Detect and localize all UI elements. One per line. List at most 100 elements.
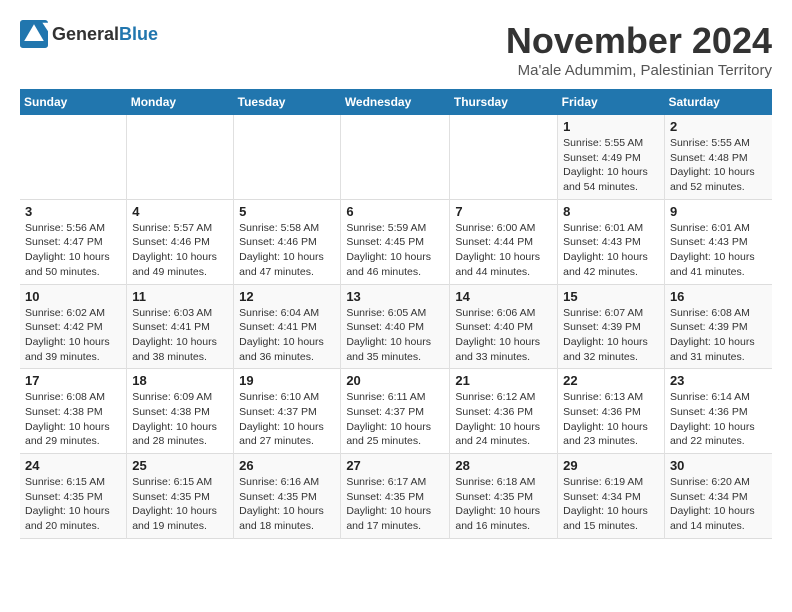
calendar-body: 1Sunrise: 5:55 AMSunset: 4:49 PMDaylight… <box>20 115 772 538</box>
day-info-line: Daylight: 10 hours and 54 minutes. <box>563 166 648 193</box>
day-info-line: Sunrise: 6:13 AM <box>563 391 643 403</box>
day-info: Sunrise: 6:04 AMSunset: 4:41 PMDaylight:… <box>239 306 335 365</box>
day-info-line: Daylight: 10 hours and 35 minutes. <box>346 336 431 363</box>
day-number: 25 <box>132 458 228 473</box>
calendar-cell: 13Sunrise: 6:05 AMSunset: 4:40 PMDayligh… <box>341 284 450 369</box>
day-info: Sunrise: 5:56 AMSunset: 4:47 PMDaylight:… <box>25 221 121 280</box>
day-number: 21 <box>455 373 552 388</box>
day-info-line: Sunset: 4:44 PM <box>455 236 533 248</box>
day-info: Sunrise: 6:10 AM Sunset: 4:37 PM Daylight:… <box>239 390 335 449</box>
day-info-line: Sunset: 4:47 PM <box>25 236 103 248</box>
day-info-line: Sunset: 4:49 PM <box>563 152 641 164</box>
day-info: Sunrise: 6:16 AMSunset: 4:35 PMDaylight:… <box>239 475 335 534</box>
day-number: 24 <box>25 458 121 473</box>
day-number: 8 <box>563 204 659 219</box>
weekday-header: Tuesday <box>234 89 341 115</box>
day-info-line: Sunset: 4:40 PM <box>455 321 533 333</box>
day-info-line: Daylight: 10 hours and 18 minutes. <box>239 505 324 532</box>
day-info-line: Sunset: 4:43 PM <box>670 236 748 248</box>
day-info-line: Daylight: 10 hours and 22 minutes. <box>670 421 755 448</box>
calendar-cell: 25 Sunrise: 6:15 AMSunset: 4:35 PMDayligh… <box>127 454 234 539</box>
day-info: Sunrise: 6:15 AMSunset: 4:35 PMDaylight:… <box>132 475 228 534</box>
day-info: Sunrise: 6:09 AMSunset: 4:38 PMDaylight:… <box>132 390 228 449</box>
day-info-line: Sunrise: 5:57 AM <box>132 222 212 234</box>
day-info: Sunrise: 6:14 AMSunset: 4:36 PMDaylight:… <box>670 390 767 449</box>
calendar-cell: 20Sunrise: 6:11 AMSunset: 4:37 PMDayligh… <box>341 369 450 454</box>
day-info-line: Sunset: 4:46 PM <box>239 236 317 248</box>
calendar-cell: 29Sunrise: 6:19 AMSunset: 4:34 PMDayligh… <box>558 454 665 539</box>
calendar-cell: 5Sunrise: 5:58 AMSunset: 4:46 PMDaylight… <box>234 199 341 284</box>
day-number: 12 <box>239 289 335 304</box>
day-info-line: Daylight: 10 hours and 47 minutes. <box>239 251 324 278</box>
calendar-cell: 21 Sunrise: 6:12 AMSunset: 4:36 PMDayligh… <box>450 369 558 454</box>
weekday-header: Monday <box>127 89 234 115</box>
calendar-table: SundayMondayTuesdayWednesdayThursdayFrid… <box>20 89 772 539</box>
day-info-line: Daylight: 10 hours and 39 minutes. <box>25 336 110 363</box>
day-info-line: Sunrise: 6:01 AM <box>563 222 643 234</box>
day-info: Sunrise: 6:19 AMSunset: 4:34 PMDaylight:… <box>563 475 659 534</box>
day-info: Sunrise: 6:00 AM Sunset: 4:44 PM Daylight:… <box>455 221 552 280</box>
calendar-cell: 26 Sunrise: 6:16 AMSunset: 4:35 PMDayligh… <box>234 454 341 539</box>
day-info-line: Sunset: 4:38 PM <box>25 406 103 418</box>
day-number: 26 <box>239 458 335 473</box>
day-info-line: Daylight: 10 hours and 14 minutes. <box>670 505 755 532</box>
day-info-line: Sunrise: 5:55 AM <box>670 137 750 149</box>
day-info: Sunrise: 5:58 AMSunset: 4:46 PMDaylight:… <box>239 221 335 280</box>
day-info: Sunrise: 6:15 AMSunset: 4:35 PMDaylight:… <box>25 475 121 534</box>
calendar-cell: 2Sunrise: 5:55 AMSunset: 4:48 PMDaylight… <box>664 115 772 199</box>
day-info: Sunrise: 6:01 AMSunset: 4:43 PMDaylight:… <box>670 221 767 280</box>
day-number: 11 <box>132 289 228 304</box>
day-info-line: Sunrise: 6:07 AM <box>563 307 643 319</box>
calendar-cell: 19Sunrise: 6:10 AMSunset: 4:37 PMDayligh… <box>234 369 341 454</box>
calendar-cell: 23 Sunrise: 6:14 AMSunset: 4:36 PMDayligh… <box>664 369 772 454</box>
logo-text-blue: Blue <box>119 24 158 44</box>
weekday-header: Sunday <box>20 89 127 115</box>
day-info-line: Sunset: 4:38 PM <box>132 406 210 418</box>
day-number: 28 <box>455 458 552 473</box>
day-info-line: Sunset: 4:46 PM <box>132 236 210 248</box>
day-info-line: Sunrise: 6:10 AM <box>239 391 319 403</box>
day-info-line: Daylight: 10 hours and 46 minutes. <box>346 251 431 278</box>
day-info-line: Sunset: 4:36 PM <box>670 406 748 418</box>
day-info-line: Daylight: 10 hours and 44 minutes. <box>455 251 540 278</box>
day-info-line: Sunset: 4:41 PM <box>239 321 317 333</box>
calendar-cell: 8Sunrise: 6:01 AMSunset: 4:43 PMDaylight… <box>558 199 665 284</box>
day-info-line: Sunset: 4:36 PM <box>563 406 641 418</box>
day-info-line: Sunset: 4:42 PM <box>25 321 103 333</box>
day-info: Sunrise: 5:57 AMSunset: 4:46 PMDaylight:… <box>132 221 228 280</box>
day-info-line: Sunrise: 6:09 AM <box>132 391 212 403</box>
calendar-cell: 1Sunrise: 5:55 AMSunset: 4:49 PMDaylight… <box>558 115 665 199</box>
day-info: Sunrise: 5:59 AMSunset: 4:45 PMDaylight:… <box>346 221 444 280</box>
day-number: 23 <box>670 373 767 388</box>
day-number: 17 <box>25 373 121 388</box>
calendar-cell <box>234 115 341 199</box>
day-info-line: Sunset: 4:35 PM <box>25 491 103 503</box>
day-info-line: Sunset: 4:35 PM <box>239 491 317 503</box>
calendar-cell <box>20 115 127 199</box>
day-info: Sunrise: 6:11 AMSunset: 4:37 PMDaylight:… <box>346 390 444 449</box>
calendar-cell <box>341 115 450 199</box>
day-info-line: Daylight: 10 hours and 19 minutes. <box>132 505 217 532</box>
month-title: November 2024 <box>506 20 772 62</box>
header-row: SundayMondayTuesdayWednesdayThursdayFrid… <box>20 89 772 115</box>
calendar-cell: 15Sunrise: 6:07 AMSunset: 4:39 PMDayligh… <box>558 284 665 369</box>
location-subtitle: Ma'ale Adummim, Palestinian Territory <box>506 62 772 79</box>
day-info-line: Daylight: 10 hours and 27 minutes. <box>239 421 324 448</box>
calendar-cell: 3Sunrise: 5:56 AMSunset: 4:47 PMDaylight… <box>20 199 127 284</box>
day-info-line: Sunset: 4:34 PM <box>563 491 641 503</box>
day-info-line: Daylight: 10 hours and 29 minutes. <box>25 421 110 448</box>
day-info-line: Sunrise: 6:00 AM <box>455 222 535 234</box>
day-info-line: Daylight: 10 hours and 20 minutes. <box>25 505 110 532</box>
day-info-line: Sunrise: 6:17 AM <box>346 476 426 488</box>
day-info: Sunrise: 6:12 AMSunset: 4:36 PMDaylight:… <box>455 390 552 449</box>
calendar-cell: 10Sunrise: 6:02 AMSunset: 4:42 PMDayligh… <box>20 284 127 369</box>
calendar-cell: 14Sunrise: 6:06 AMSunset: 4:40 PMDayligh… <box>450 284 558 369</box>
day-info-line: Daylight: 10 hours and 32 minutes. <box>563 336 648 363</box>
calendar-cell: 17 Sunrise: 6:08 AM Sunset: 4:38 PM Dayligh… <box>20 369 127 454</box>
day-number: 27 <box>346 458 444 473</box>
day-info-line: Sunset: 4:37 PM <box>239 406 317 418</box>
day-info-line: Sunrise: 6:08 AM <box>25 391 105 403</box>
day-info: Sunrise: 5:55 AMSunset: 4:49 PMDaylight:… <box>563 136 659 195</box>
day-info-line: Sunrise: 6:03 AM <box>132 307 212 319</box>
day-info-line: Sunrise: 6:19 AM <box>563 476 643 488</box>
